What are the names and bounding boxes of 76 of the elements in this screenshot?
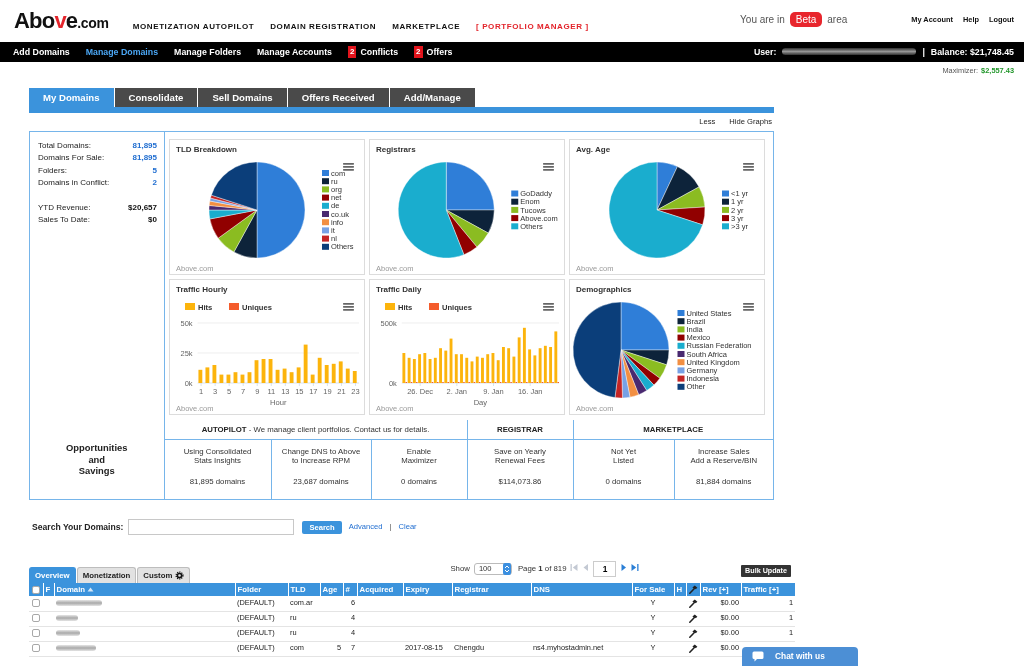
beta-badge: Beta [789,12,823,27]
chart-title: Registrars [376,145,416,154]
user-label: User: [753,46,777,58]
hammer-icon [688,613,698,623]
row-checkbox[interactable] [32,644,40,653]
menu-link[interactable]: Manage Accounts [257,46,332,58]
stat-value[interactable]: 5 [152,165,157,179]
chart-title: TLD Breakdown [176,145,237,154]
select-all-checkbox[interactable] [31,585,40,594]
nav-link[interactable]: DOMAIN REGISTRATION [270,22,377,32]
stat-label: YTD Revenue: [38,202,91,214]
tab[interactable]: Consolidate [114,88,199,107]
menu-icon[interactable] [343,163,354,171]
menu-link[interactable]: Manage Folders [174,46,242,58]
menu-icon[interactable] [743,303,754,311]
hammer-icon [688,643,698,653]
bar [317,357,322,383]
chart-title: Traffic Daily [376,285,422,294]
nav-link[interactable]: MONETIZATION AUTOPILOT [132,22,255,32]
section-title: Opportunities and Savings [66,441,128,477]
stat-value[interactable]: 81,895 [132,153,157,166]
hammer-icon [688,598,698,608]
search-label: Search Your Domains: [32,521,124,533]
stat-value: $0 [148,214,157,226]
bar [324,365,329,383]
stat-label: Domains For Sale: [38,153,105,165]
hammer-icon [688,628,698,638]
beta-text: area [827,13,848,26]
menu-icon[interactable] [743,163,754,171]
chart-title: Avg. Age [576,145,611,154]
tab[interactable]: Add/Manage [389,88,476,107]
stat-label: Folders: [38,165,67,177]
chart-title: Demographics [576,285,632,294]
dropdown-arrows-icon [502,563,511,575]
bar [303,344,308,383]
bar [331,363,336,383]
row-checkbox[interactable] [32,614,40,623]
beta-text: You are in [740,13,785,26]
page-input[interactable]: 1 [593,561,617,577]
count-badge: 2 [414,46,423,58]
gear-icon [175,571,185,580]
bar [345,368,350,383]
speech-bubble-icon [752,651,764,662]
bar [338,361,343,383]
logo[interactable]: Above.com [14,9,109,35]
stat-label: Sales To Date: [38,214,90,226]
search-field[interactable] [128,519,295,535]
menu-link[interactable]: Offers [426,46,453,58]
bar [289,372,294,383]
next-page-icon[interactable] [620,563,628,572]
tab[interactable]: Offers Received [287,88,390,107]
nav-link[interactable]: [ PORTFOLIO MANAGER ] [476,22,589,32]
stat-label: Total Domains: [38,141,91,152]
stat-value[interactable]: 2 [152,178,157,191]
sort-ascending-icon [87,587,95,593]
last-page-icon[interactable] [631,563,640,572]
balance-text: Balance: $21,748.45 [930,46,1014,58]
bar [310,374,315,383]
nav-link[interactable]: MARKETPLACE [392,22,461,32]
row-checkbox[interactable] [32,629,40,638]
stat-value[interactable]: 81,895 [132,141,157,154]
separator: | [922,46,925,58]
stat-value: $20,657 [128,202,157,214]
row-checkbox[interactable] [32,598,40,607]
menu-icon[interactable] [543,303,554,311]
menu-link[interactable]: Manage Domains [85,46,159,58]
stat-label: Domains in Conflict: [38,178,110,190]
menu-icon[interactable] [343,303,354,311]
tab[interactable]: Sell Domains [198,88,288,107]
menu-link[interactable]: Add Domains [13,46,70,58]
hammer-icon [688,585,698,595]
menu-link[interactable]: Conflicts [360,46,399,58]
count-badge: 2 [348,46,357,58]
bar [352,371,357,383]
bar [296,367,301,383]
menu-icon[interactable] [543,163,554,171]
